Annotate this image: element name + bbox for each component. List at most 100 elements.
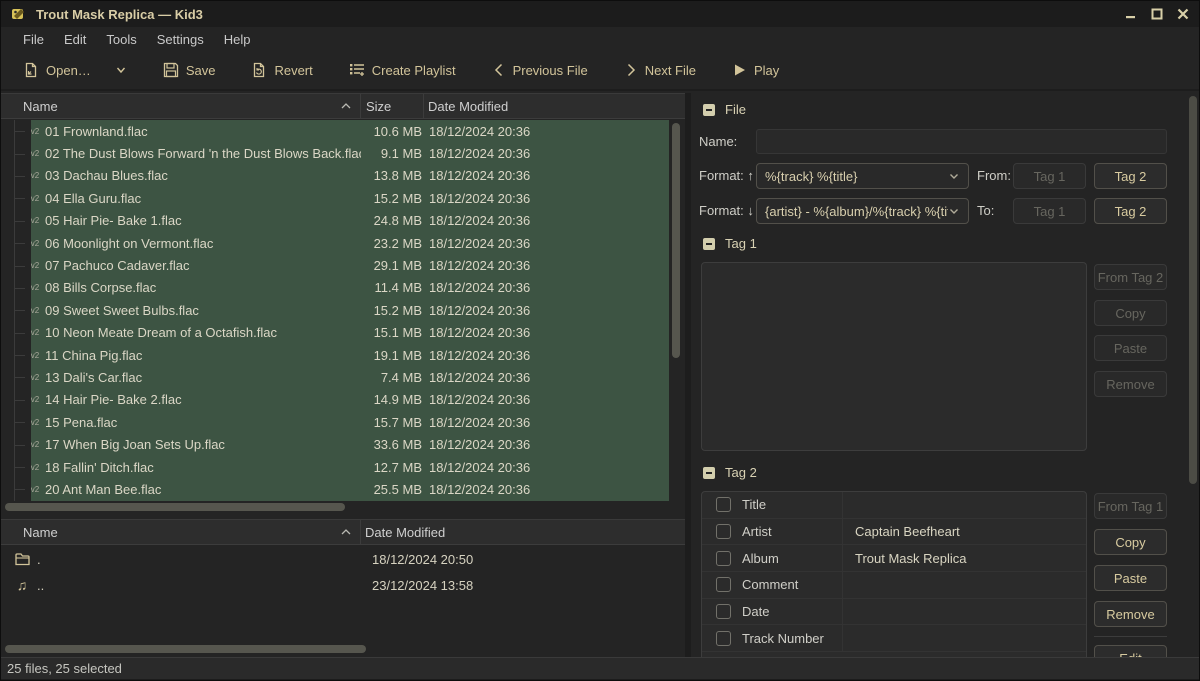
dir-row[interactable]: ♫ .. 23/12/2024 13:58 <box>1 572 685 598</box>
revert-button[interactable]: Revert <box>243 56 320 84</box>
file-row[interactable]: v215 Pena.flac15.7 MB18/12/2024 20:36 <box>1 411 669 433</box>
artist-value[interactable]: Captain Beefheart <box>843 524 1086 539</box>
file-row[interactable]: v208 Bills Corpse.flac11.4 MB18/12/2024 … <box>1 277 669 299</box>
track-number-checkbox[interactable] <box>716 631 731 646</box>
tag2-copy-button[interactable]: Copy <box>1094 529 1167 555</box>
save-button[interactable]: Save <box>155 56 224 84</box>
tree-guide <box>1 322 31 344</box>
file-row[interactable]: v209 Sweet Sweet Bulbs.flac15.2 MB18/12/… <box>1 299 669 321</box>
tag2-row[interactable]: Date <box>702 599 1086 626</box>
file-section-header[interactable]: File <box>703 102 746 117</box>
button-divider <box>1094 636 1167 637</box>
album-value[interactable]: Trout Mask Replica <box>843 551 1086 566</box>
file-row[interactable]: v211 China Pig.flac19.1 MB18/12/2024 20:… <box>1 344 669 366</box>
tag2-remove-button[interactable]: Remove <box>1094 601 1167 627</box>
file-list-vertical-scrollbar[interactable] <box>670 121 682 511</box>
collapse-icon[interactable] <box>703 238 715 250</box>
tag1-from-tag2-button[interactable]: From Tag 2 <box>1094 264 1167 290</box>
create-playlist-button[interactable]: Create Playlist <box>341 56 464 84</box>
tag-v2-badge: v2 <box>31 418 43 427</box>
tag2-paste-button[interactable]: Paste <box>1094 565 1167 591</box>
file-row[interactable]: v213 Dali's Car.flac7.4 MB18/12/2024 20:… <box>1 366 669 388</box>
tag1-paste-button[interactable]: Paste <box>1094 335 1167 361</box>
title-checkbox[interactable] <box>716 497 731 512</box>
file-size: 19.1 MB <box>361 348 422 363</box>
tag1-copy-button[interactable]: Copy <box>1094 300 1167 326</box>
previous-file-button[interactable]: Previous File <box>484 56 596 84</box>
tag2-row[interactable]: Album Trout Mask Replica <box>702 545 1086 572</box>
file-column-name[interactable]: Name <box>1 94 361 118</box>
file-name: 13 Dali's Car.flac <box>45 370 142 385</box>
format-up-combobox[interactable]: %{track} %{title} <box>756 163 969 189</box>
file-row[interactable]: v202 The Dust Blows Forward 'n the Dust … <box>1 142 669 164</box>
next-file-button[interactable]: Next File <box>616 56 704 84</box>
date-checkbox[interactable] <box>716 604 731 619</box>
play-button[interactable]: Play <box>724 56 787 84</box>
file-row[interactable]: v201 Frownland.flac10.6 MB18/12/2024 20:… <box>1 120 669 142</box>
filename-input[interactable] <box>756 129 1167 154</box>
tag2-row[interactable]: Title <box>702 492 1086 519</box>
dir-list-horizontal-scrollbar[interactable] <box>1 644 685 655</box>
file-name: 07 Pachuco Cadaver.flac <box>45 258 190 273</box>
file-size: 9.1 MB <box>361 146 422 161</box>
dir-row[interactable]: . 18/12/2024 20:50 <box>1 546 685 572</box>
collapse-icon[interactable] <box>703 104 715 116</box>
open-dropdown-button[interactable] <box>107 58 135 82</box>
tag2-edit-button[interactable]: Edit <box>1094 645 1167 657</box>
file-column-size[interactable]: Size <box>361 94 424 118</box>
tag1-remove-button[interactable]: Remove <box>1094 371 1167 397</box>
tag2-section-header[interactable]: Tag 2 <box>703 465 757 480</box>
tag1-section-header[interactable]: Tag 1 <box>703 236 757 251</box>
tag2-row[interactable]: Artist Captain Beefheart <box>702 519 1086 546</box>
title-bar[interactable]: Trout Mask Replica — Kid3 <box>1 1 1199 27</box>
from-tag2-button[interactable]: Tag 2 <box>1094 163 1167 189</box>
file-date: 18/12/2024 20:36 <box>422 460 669 475</box>
dir-column-date[interactable]: Date Modified <box>361 520 685 544</box>
file-column-date[interactable]: Date Modified <box>424 94 685 118</box>
to-tag2-button[interactable]: Tag 2 <box>1094 198 1167 224</box>
tag-panel-vertical-scrollbar[interactable] <box>1187 95 1199 655</box>
open-button[interactable]: Open… <box>15 56 99 84</box>
file-row[interactable]: v218 Fallin' Ditch.flac12.7 MB18/12/2024… <box>1 456 669 478</box>
close-button[interactable] <box>1172 6 1193 23</box>
collapse-icon[interactable] <box>703 467 715 479</box>
file-row[interactable]: v206 Moonlight on Vermont.flac23.2 MB18/… <box>1 232 669 254</box>
dir-column-name[interactable]: Name <box>1 520 361 544</box>
file-size: 15.1 MB <box>361 325 422 340</box>
tag1-table[interactable] <box>701 262 1087 451</box>
tag2-table: Title Artist Captain Beefheart Album Tro… <box>701 491 1087 657</box>
menu-tools[interactable]: Tools <box>96 29 146 50</box>
tag2-from-tag1-button[interactable]: From Tag 1 <box>1094 493 1167 519</box>
file-row[interactable]: v204 Ella Guru.flac15.2 MB18/12/2024 20:… <box>1 187 669 209</box>
to-tag1-button[interactable]: Tag 1 <box>1013 198 1086 224</box>
menu-help[interactable]: Help <box>214 29 261 50</box>
file-list-horizontal-scrollbar[interactable] <box>1 502 669 513</box>
scrollbar-thumb[interactable] <box>5 645 366 653</box>
menu-file[interactable]: File <box>13 29 54 50</box>
file-row[interactable]: v210 Neon Meate Dream of a Octafish.flac… <box>1 322 669 344</box>
format-down-combobox[interactable]: {artist} - %{album}/%{track} %{title} <box>756 198 969 224</box>
from-tag1-button[interactable]: Tag 1 <box>1013 163 1086 189</box>
scrollbar-thumb[interactable] <box>1189 96 1197 484</box>
file-row[interactable]: v220 Ant Man Bee.flac25.5 MB18/12/2024 2… <box>1 478 669 500</box>
name-label: Name: <box>699 134 737 149</box>
comment-checkbox[interactable] <box>716 577 731 592</box>
file-row[interactable]: v217 When Big Joan Sets Up.flac33.6 MB18… <box>1 433 669 455</box>
file-row[interactable]: v203 Dachau Blues.flac13.8 MB18/12/2024 … <box>1 165 669 187</box>
album-checkbox[interactable] <box>716 551 731 566</box>
minimize-button[interactable] <box>1120 6 1141 23</box>
tree-guide <box>1 232 31 254</box>
maximize-button[interactable] <box>1146 6 1167 23</box>
revert-icon <box>251 62 267 78</box>
file-row[interactable]: v214 Hair Pie- Bake 2.flac14.9 MB18/12/2… <box>1 389 669 411</box>
scrollbar-thumb[interactable] <box>672 123 680 358</box>
play-label: Play <box>754 63 779 78</box>
artist-checkbox[interactable] <box>716 524 731 539</box>
file-row[interactable]: v205 Hair Pie- Bake 1.flac24.8 MB18/12/2… <box>1 210 669 232</box>
scrollbar-thumb[interactable] <box>5 503 345 511</box>
tag2-row[interactable]: Comment <box>702 572 1086 599</box>
menu-edit[interactable]: Edit <box>54 29 96 50</box>
file-row[interactable]: v207 Pachuco Cadaver.flac29.1 MB18/12/20… <box>1 254 669 276</box>
tag2-row[interactable]: Track Number <box>702 625 1086 652</box>
menu-settings[interactable]: Settings <box>147 29 214 50</box>
